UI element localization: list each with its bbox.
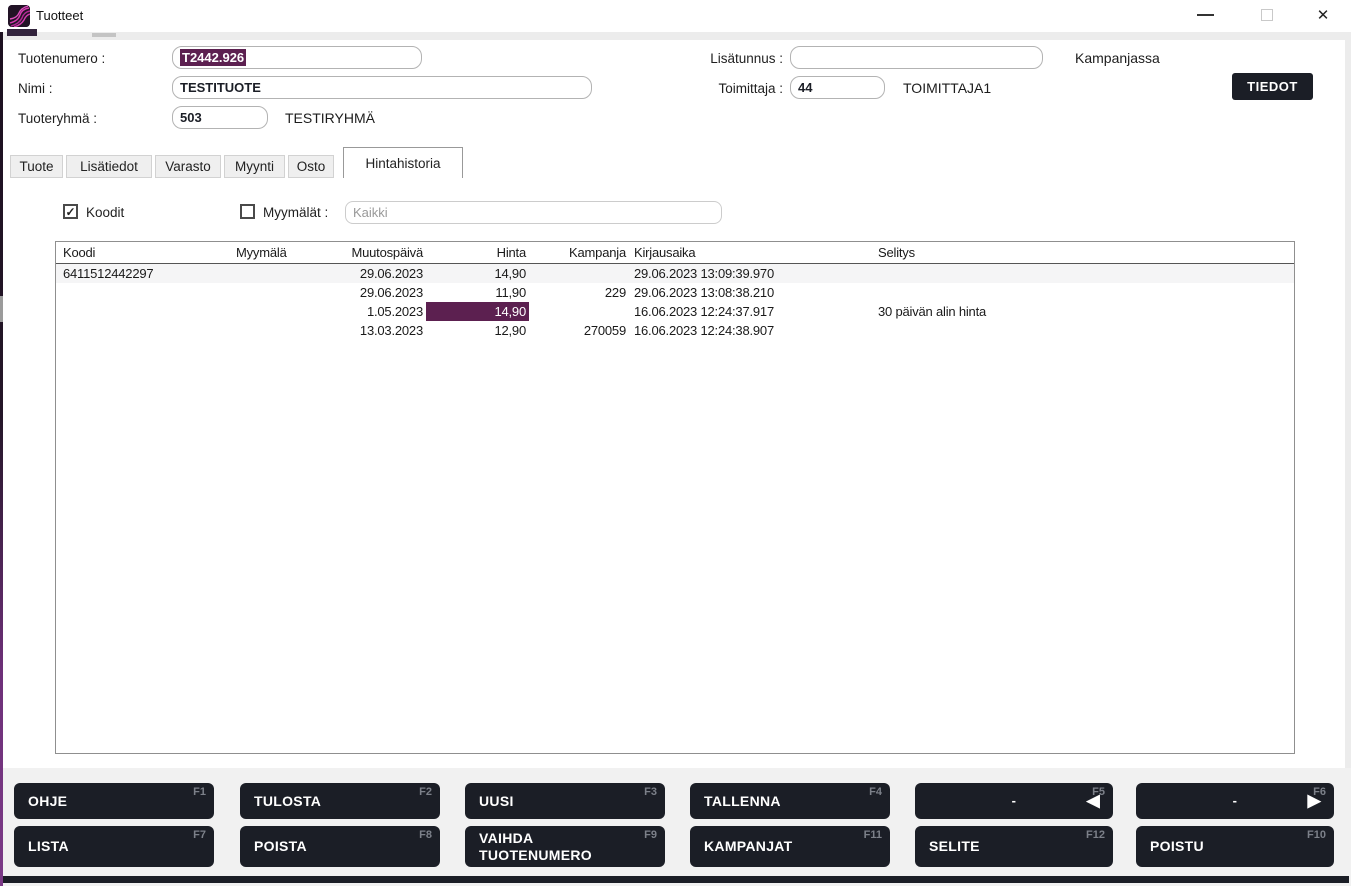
background-window-fragment [92, 33, 116, 37]
myymalat-label: Myymälät : [263, 205, 328, 220]
table-row[interactable]: 13.03.2023 12,90 270059 16.06.2023 12:24… [56, 321, 1294, 340]
tuoteryhma-label: Tuoteryhmä : [18, 111, 97, 126]
table-row[interactable]: 6411512442297 29.06.2023 14,90 29.06.202… [56, 264, 1294, 283]
titlebar: Tuotteet ✕ [0, 0, 1351, 32]
lisatunnus-label: Lisätunnus : [660, 51, 783, 66]
column-header-muutospaiva[interactable]: Muutospäivä [312, 242, 426, 263]
myymalat-input[interactable]: Kaikki [345, 201, 722, 224]
price-history-table[interactable]: Koodi Myymälä Muutospäivä Hinta Kampanja… [55, 241, 1295, 754]
previous-button[interactable]: -◀F5 [915, 783, 1113, 819]
poista-button[interactable]: POISTAF8 [240, 826, 440, 867]
tiedot-button[interactable]: TIEDOT [1232, 73, 1313, 100]
toimittaja-label: Toimittaja : [660, 81, 783, 96]
column-header-hinta[interactable]: Hinta [426, 242, 529, 263]
kampanjassa-label: Kampanjassa [1075, 50, 1160, 66]
koodit-checkbox[interactable]: ✓ [63, 204, 78, 219]
next-button[interactable]: -▶F6 [1136, 783, 1334, 819]
koodit-label: Koodit [86, 205, 124, 220]
window-left-border [0, 32, 3, 886]
selite-button[interactable]: SELITEF12 [915, 826, 1113, 867]
column-header-kirjausaika[interactable]: Kirjausaika [629, 242, 873, 263]
background-window-fragment [7, 29, 37, 36]
tallenna-button[interactable]: TALLENNAF4 [690, 783, 890, 819]
toimittaja-name: TOIMITTAJA1 [903, 80, 991, 96]
toimittaja-input[interactable]: 44 [790, 76, 885, 99]
tuotteet-window: Tuotteet ✕ Tuotenumero : T2442.926 Lisät… [0, 0, 1351, 886]
app-logo-icon [8, 5, 30, 27]
tab-osto[interactable]: Osto [288, 155, 334, 178]
lisatunnus-input[interactable] [790, 46, 1043, 69]
tuoteryhma-input[interactable]: 503 [172, 106, 268, 129]
nimi-input[interactable]: TESTITUOTE [172, 76, 592, 99]
tab-tuote[interactable]: Tuote [10, 155, 63, 178]
window-right-border [1345, 32, 1351, 886]
lista-button[interactable]: LISTAF7 [14, 826, 214, 867]
ohje-button[interactable]: OHJEF1 [14, 783, 214, 819]
column-header-selitys[interactable]: Selitys [873, 242, 1294, 263]
column-header-koodi[interactable]: Koodi [56, 242, 234, 263]
tab-varasto[interactable]: Varasto [155, 155, 221, 178]
close-button[interactable]: ✕ [1306, 0, 1340, 30]
uusi-button[interactable]: UUSIF3 [465, 783, 665, 819]
maximize-button[interactable] [1250, 0, 1284, 30]
tab-myynti[interactable]: Myynti [224, 155, 285, 178]
selected-cell[interactable]: 14,90 [426, 302, 529, 321]
tuoteryhma-name: TESTIRYHMÄ [285, 110, 375, 126]
myymalat-checkbox[interactable] [240, 204, 255, 219]
tuotenumero-label: Tuotenumero : [18, 51, 105, 66]
tuotenumero-input[interactable]: T2442.926 [172, 46, 422, 69]
tab-hintahistoria[interactable]: Hintahistoria [343, 147, 463, 178]
column-header-kampanja[interactable]: Kampanja [529, 242, 629, 263]
tuotenumero-selected-text: T2442.926 [180, 49, 246, 66]
poistu-button[interactable]: POISTUF10 [1136, 826, 1334, 867]
table-header-row: Koodi Myymälä Muutospäivä Hinta Kampanja… [56, 242, 1294, 264]
tulosta-button[interactable]: TULOSTAF2 [240, 783, 440, 819]
nimi-label: Nimi : [18, 81, 53, 96]
table-row[interactable]: 29.06.2023 11,90 229 29.06.2023 13:08:38… [56, 283, 1294, 302]
minimize-button[interactable] [1188, 0, 1222, 30]
window-title: Tuotteet [36, 8, 83, 23]
checkmark-icon: ✓ [65, 205, 75, 219]
window-bottom-border [2, 876, 1349, 883]
kampanjat-button[interactable]: KAMPANJATF11 [690, 826, 890, 867]
vaihda-tuotenumero-button[interactable]: VAIHDA TUOTENUMEROF9 [465, 826, 665, 867]
column-header-myymala[interactable]: Myymälä [234, 242, 312, 263]
tab-lisatiedot[interactable]: Lisätiedot [66, 155, 152, 178]
window-left-border-thumb [0, 296, 3, 322]
table-row[interactable]: 1.05.2023 14,90 16.06.2023 12:24:37.917 … [56, 302, 1294, 321]
titlebar-separator [0, 32, 1351, 40]
